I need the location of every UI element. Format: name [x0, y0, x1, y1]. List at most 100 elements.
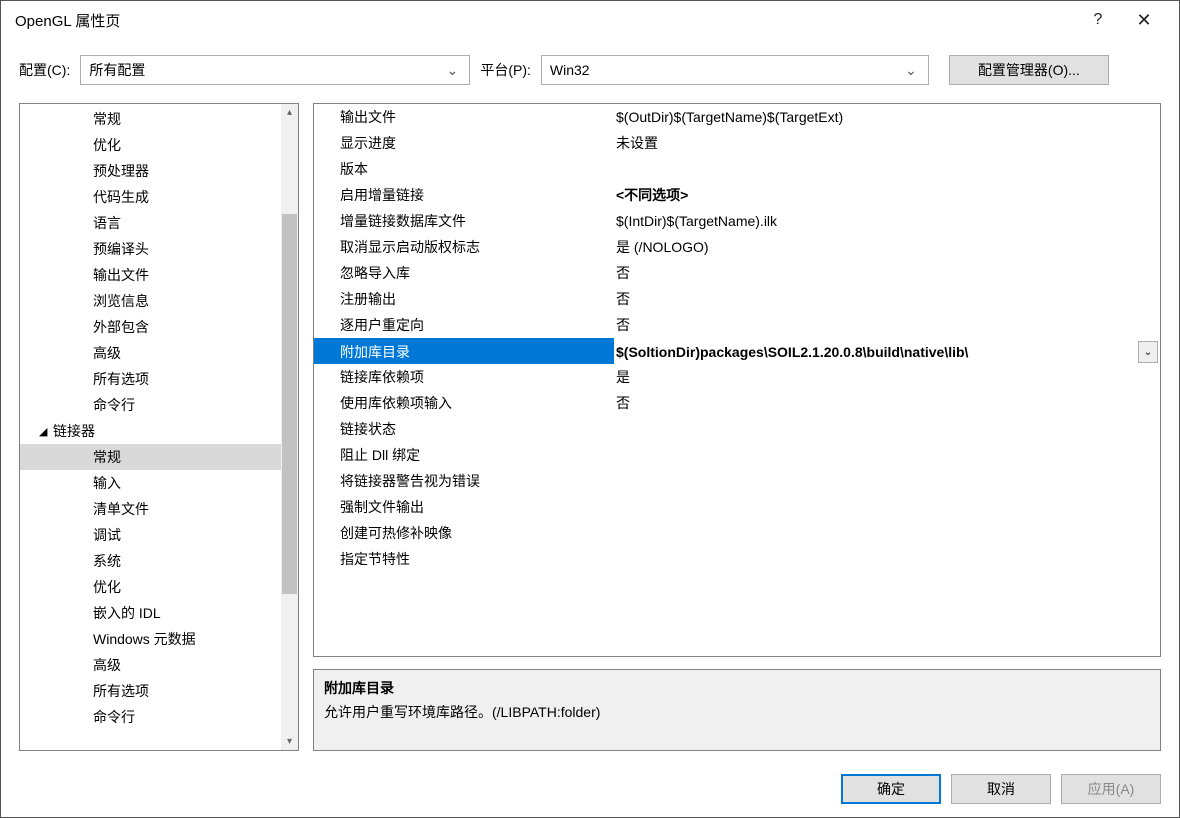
close-button[interactable]: ✕ — [1121, 1, 1167, 39]
property-row[interactable]: 启用增量链接<不同选项> — [314, 182, 1160, 208]
tree-item-label: 高级 — [93, 655, 121, 675]
tree-item-label: 常规 — [93, 109, 121, 129]
tree-item-label: 高级 — [93, 343, 121, 363]
property-row[interactable]: 增量链接数据库文件$(IntDir)$(TargetName).ilk — [314, 208, 1160, 234]
property-name: 指定节特性 — [314, 546, 614, 572]
property-row[interactable]: 注册输出否 — [314, 286, 1160, 312]
tree-item[interactable]: 高级 — [20, 340, 281, 366]
config-combo[interactable]: 所有配置 ⌄ — [80, 55, 470, 85]
property-value[interactable]: 未设置 — [614, 130, 1160, 156]
property-value[interactable]: 是 (/NOLOGO) — [614, 234, 1160, 260]
tree-item[interactable]: 命令行 — [20, 392, 281, 418]
config-label: 配置(C): — [19, 60, 70, 80]
property-row[interactable]: 版本 — [314, 156, 1160, 182]
platform-label: 平台(P): — [480, 60, 531, 80]
apply-button[interactable]: 应用(A) — [1061, 774, 1161, 804]
property-row[interactable]: 阻止 Dll 绑定 — [314, 442, 1160, 468]
property-value[interactable] — [614, 546, 1160, 572]
tree-item[interactable]: 高级 — [20, 652, 281, 678]
property-name: 增量链接数据库文件 — [314, 208, 614, 234]
tree-item[interactable]: 输出文件 — [20, 262, 281, 288]
tree-item-label: 所有选项 — [93, 681, 149, 701]
tree-item-label: 优化 — [93, 135, 121, 155]
tree-item-label: 常规 — [93, 447, 121, 467]
property-grid-rows: 输出文件$(OutDir)$(TargetName)$(TargetExt)显示… — [314, 104, 1160, 656]
platform-combo[interactable]: Win32 ⌄ — [541, 55, 929, 85]
property-row[interactable]: 逐用户重定向否 — [314, 312, 1160, 338]
property-value[interactable] — [614, 494, 1160, 520]
property-row[interactable]: 使用库依赖项输入否 — [314, 390, 1160, 416]
property-value[interactable]: $(IntDir)$(TargetName).ilk — [614, 208, 1160, 234]
property-value[interactable] — [614, 442, 1160, 468]
property-row[interactable]: 显示进度未设置 — [314, 130, 1160, 156]
property-value[interactable]: <不同选项> — [614, 182, 1160, 208]
property-name: 取消显示启动版权标志 — [314, 234, 614, 260]
tree-item-label: 外部包含 — [93, 317, 149, 337]
property-row[interactable]: 创建可热修补映像 — [314, 520, 1160, 546]
tree-item[interactable]: 代码生成 — [20, 184, 281, 210]
property-name: 链接状态 — [314, 416, 614, 442]
help-button[interactable]: ? — [1075, 1, 1121, 39]
property-row[interactable]: 输出文件$(OutDir)$(TargetName)$(TargetExt) — [314, 104, 1160, 130]
tree-item[interactable]: 清单文件 — [20, 496, 281, 522]
property-row[interactable]: 指定节特性 — [314, 546, 1160, 572]
property-row[interactable]: 将链接器警告视为错误 — [314, 468, 1160, 494]
tree-item[interactable]: 语言 — [20, 210, 281, 236]
tree-item-label: 语言 — [93, 213, 121, 233]
tree-item[interactable]: 输入 — [20, 470, 281, 496]
property-row[interactable]: 链接状态 — [314, 416, 1160, 442]
property-value[interactable]: $(SoltionDir)packages\SOIL2.1.20.0.8\bui… — [614, 338, 1160, 364]
property-value[interactable]: 否 — [614, 390, 1160, 416]
tree-item[interactable]: 优化 — [20, 132, 281, 158]
tree-item[interactable]: 所有选项 — [20, 366, 281, 392]
tree-item[interactable]: 调试 — [20, 522, 281, 548]
tree-item-label: 调试 — [93, 525, 121, 545]
tree-item[interactable]: 常规 — [20, 106, 281, 132]
property-value[interactable]: $(OutDir)$(TargetName)$(TargetExt) — [614, 104, 1160, 130]
property-value[interactable]: 否 — [614, 312, 1160, 338]
tree-item[interactable]: Windows 元数据 — [20, 626, 281, 652]
property-name: 版本 — [314, 156, 614, 182]
property-row[interactable]: 附加库目录$(SoltionDir)packages\SOIL2.1.20.0.… — [314, 338, 1160, 364]
scroll-up-icon[interactable]: ▴ — [281, 104, 298, 121]
tree-item[interactable]: 优化 — [20, 574, 281, 600]
property-value[interactable]: 是 — [614, 364, 1160, 390]
property-row[interactable]: 取消显示启动版权标志是 (/NOLOGO) — [314, 234, 1160, 260]
scroll-down-icon[interactable]: ▾ — [281, 733, 298, 750]
tree-item-label: 代码生成 — [93, 187, 149, 207]
tree-item[interactable]: 外部包含 — [20, 314, 281, 340]
description-pane: 附加库目录 允许用户重写环境库路径。(/LIBPATH:folder) — [313, 669, 1161, 751]
tree-item-label: 命令行 — [93, 395, 135, 415]
tree-item[interactable]: 常规 — [20, 444, 281, 470]
tree-item-label: 输出文件 — [93, 265, 149, 285]
cancel-button[interactable]: 取消 — [951, 774, 1051, 804]
tree-item[interactable]: 预处理器 — [20, 158, 281, 184]
property-value[interactable]: 否 — [614, 260, 1160, 286]
ok-button[interactable]: 确定 — [841, 774, 941, 804]
tree-item[interactable]: 浏览信息 — [20, 288, 281, 314]
property-name: 注册输出 — [314, 286, 614, 312]
tree-item[interactable]: 嵌入的 IDL — [20, 600, 281, 626]
tree-item[interactable]: 命令行 — [20, 704, 281, 730]
tree-item[interactable]: 所有选项 — [20, 678, 281, 704]
property-value[interactable] — [614, 468, 1160, 494]
property-row[interactable]: 链接库依赖项是 — [314, 364, 1160, 390]
tree-item-label: Windows 元数据 — [93, 629, 196, 649]
tree-item-label: 优化 — [93, 577, 121, 597]
property-value[interactable]: 否 — [614, 286, 1160, 312]
property-value[interactable] — [614, 520, 1160, 546]
tree-item[interactable]: ◢链接器 — [20, 418, 281, 444]
tree-item-label: 命令行 — [93, 707, 135, 727]
tree-item-label: 预编译头 — [93, 239, 149, 259]
property-value[interactable] — [614, 156, 1160, 182]
scrollbar-thumb[interactable] — [282, 214, 297, 594]
property-value[interactable] — [614, 416, 1160, 442]
config-manager-button[interactable]: 配置管理器(O)... — [949, 55, 1109, 85]
property-row[interactable]: 忽略导入库否 — [314, 260, 1160, 286]
chevron-down-icon[interactable]: ⌄ — [1138, 341, 1158, 363]
tree-item[interactable]: 预编译头 — [20, 236, 281, 262]
tree-scrollbar[interactable]: ▴ ▾ — [281, 104, 298, 750]
property-row[interactable]: 强制文件输出 — [314, 494, 1160, 520]
tree-item[interactable]: 系统 — [20, 548, 281, 574]
category-tree[interactable]: 常规优化预处理器代码生成语言预编译头输出文件浏览信息外部包含高级所有选项命令行◢… — [20, 104, 281, 750]
